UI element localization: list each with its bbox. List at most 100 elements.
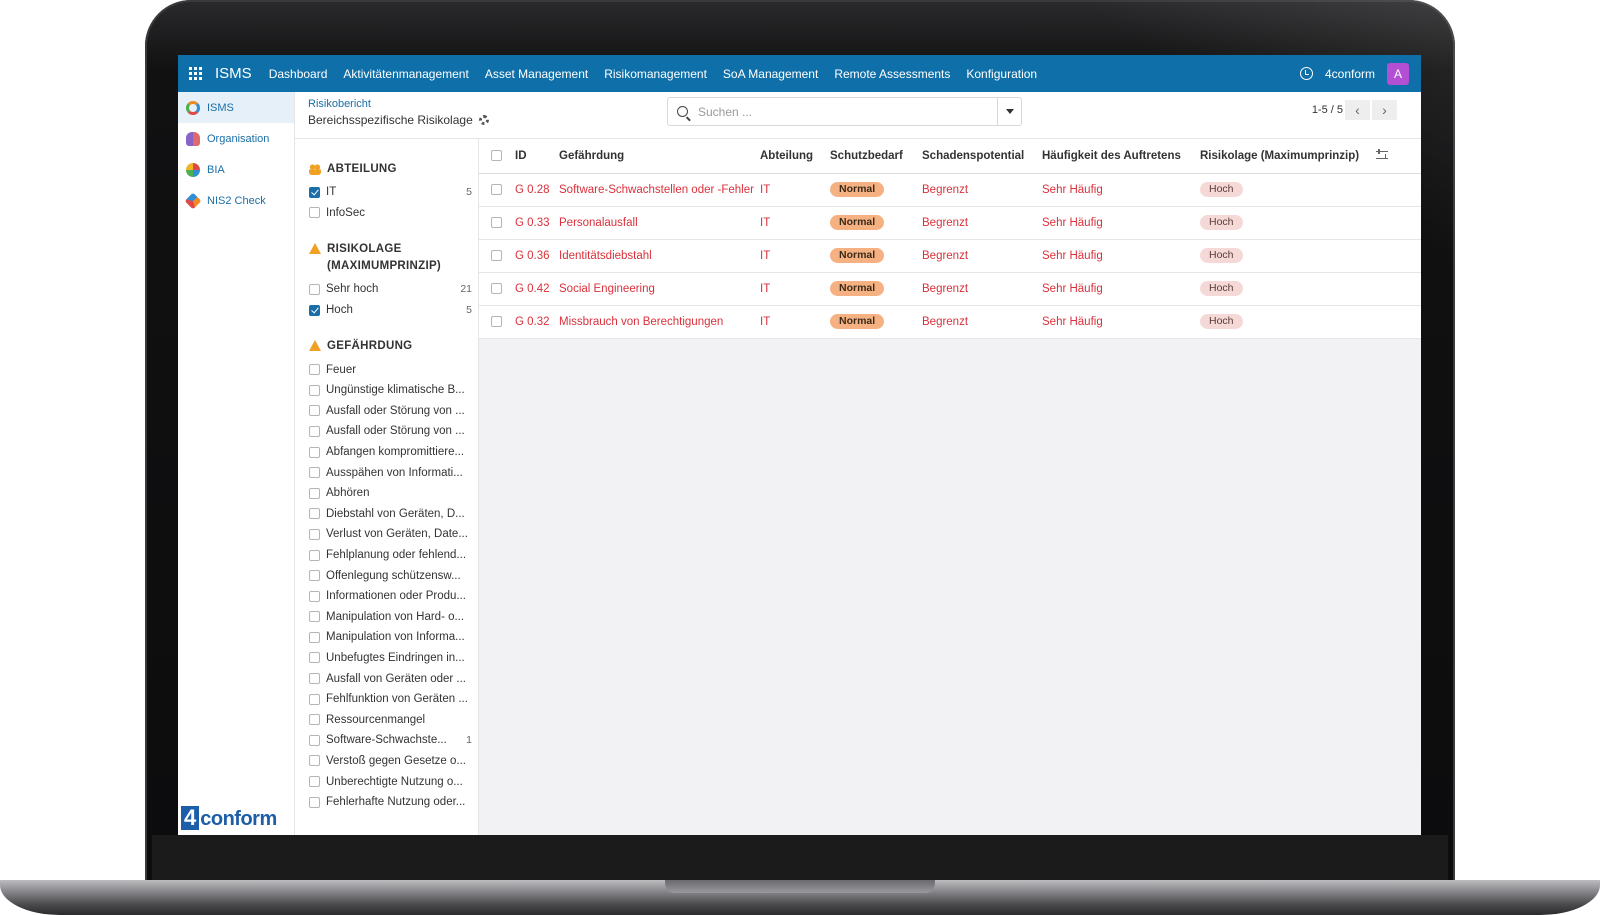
filter-checkbox[interactable] (309, 405, 320, 417)
apps-grid-icon[interactable] (189, 66, 203, 81)
filter-checkbox[interactable] (309, 570, 320, 582)
filter-checkbox[interactable] (309, 508, 320, 520)
table-row[interactable]: G 0.42 Social Engineering IT Normal Begrenzt… (479, 272, 1421, 306)
column-header-haeufigkeit[interactable]: Häufigkeit des Auftretens (1038, 139, 1196, 174)
filter-checkbox[interactable] (309, 673, 320, 685)
column-header-id[interactable]: ID (511, 139, 555, 174)
filter-option[interactable]: Unbefugtes Eindringen in... (295, 648, 478, 669)
nav-item-konfiguration[interactable]: Konfiguration (966, 67, 1037, 81)
pager-value[interactable]: 1-5 / 5 (1312, 104, 1343, 116)
filter-checkbox[interactable] (309, 487, 320, 499)
filter-option[interactable]: Fehlplanung oder fehlend... (295, 545, 478, 566)
filter-checkbox[interactable] (309, 207, 320, 219)
filter-option[interactable]: Informationen oder Produ... (295, 586, 478, 607)
cell-abteilung: IT (756, 305, 826, 339)
select-all-checkbox[interactable] (491, 150, 502, 162)
filter-checkbox[interactable] (309, 425, 320, 437)
user-avatar[interactable]: A (1387, 62, 1409, 85)
filter-option[interactable]: Verstoß gegen Gesetze o... (295, 751, 478, 772)
sidebar-item-isms[interactable]: ISMS (178, 92, 294, 123)
nav-item-dashboard[interactable]: Dashboard (269, 67, 328, 81)
nav-item-remote-assessments[interactable]: Remote Assessments (834, 67, 950, 81)
column-settings-icon[interactable] (1376, 148, 1388, 159)
row-checkbox[interactable] (491, 216, 502, 228)
filter-option[interactable]: Ausfall oder Störung von ... (295, 421, 478, 442)
filter-option[interactable]: IT 5 (295, 182, 478, 203)
filter-checkbox[interactable] (309, 590, 320, 602)
filter-option[interactable]: Ausspähen von Informati... (295, 462, 478, 483)
filter-option[interactable]: InfoSec (295, 203, 478, 224)
search-options-toggle[interactable] (997, 98, 1021, 125)
filter-option[interactable]: Abfangen kompromittiere... (295, 442, 478, 463)
filter-option[interactable]: Hoch 5 (295, 300, 478, 321)
gear-icon[interactable] (478, 115, 489, 125)
filter-option[interactable]: Ausfall von Geräten oder ... (295, 668, 478, 689)
nav-item-soa-management[interactable]: SoA Management (723, 67, 818, 81)
table-row[interactable]: G 0.28 Software-Schwachstellen oder -Fehl… (479, 173, 1421, 207)
table-row[interactable]: G 0.33 Personalausfall IT Normal Begrenzt Seh… (479, 206, 1421, 240)
filter-option[interactable]: Verlust von Geräten, Date... (295, 524, 478, 545)
filter-checkbox[interactable] (309, 283, 320, 295)
filter-option[interactable]: Sehr hoch 21 (295, 279, 478, 300)
row-checkbox[interactable] (491, 183, 502, 195)
column-header-gefaehrdung[interactable]: Gefährdung (555, 139, 756, 174)
filter-option[interactable]: Offenlegung schützensw... (295, 565, 478, 586)
filter-option[interactable]: Ausfall oder Störung von ... (295, 401, 478, 422)
filter-checkbox[interactable] (309, 776, 320, 788)
filter-checkbox[interactable] (309, 446, 320, 458)
filter-checkbox[interactable] (309, 611, 320, 623)
sidebar-item-organisation[interactable]: Organisation (178, 123, 294, 154)
clock-icon[interactable] (1299, 67, 1313, 80)
pager-previous-button[interactable]: ‹ (1345, 100, 1370, 120)
sidebar-item-label: BIA (207, 163, 225, 176)
filter-option[interactable]: Feuer (295, 359, 478, 380)
column-header-schutzbedarf[interactable]: Schutzbedarf (826, 139, 918, 174)
table-row[interactable]: G 0.32 Missbrauch von Berechtigungen IT Nor… (479, 305, 1421, 339)
filter-checkbox[interactable] (309, 631, 320, 643)
row-checkbox[interactable] (491, 249, 502, 261)
filter-checkbox[interactable] (309, 186, 320, 198)
app-title[interactable]: ISMS (215, 65, 252, 82)
pager-next-button[interactable]: › (1372, 100, 1397, 120)
filter-option[interactable]: Ressourcenmangel (295, 709, 478, 730)
column-header-abteilung[interactable]: Abteilung (756, 139, 826, 174)
filter-option[interactable]: Manipulation von Hard- o... (295, 607, 478, 628)
filter-option[interactable]: Software-Schwachste... 1 (295, 730, 478, 751)
nav-item-risikomanagement[interactable]: Risikomanagement (604, 67, 707, 81)
filter-checkbox[interactable] (309, 549, 320, 561)
column-header-schadenspotential[interactable]: Schadenspotential (918, 139, 1038, 174)
filter-option[interactable]: Diebstahl von Geräten, D... (295, 504, 478, 525)
filter-checkbox[interactable] (309, 652, 320, 664)
table-row[interactable]: G 0.36 Identitätsdiebstahl IT Normal Begrenz… (479, 239, 1421, 273)
filter-option-label: Unberechtigte Nutzung o... (326, 775, 463, 788)
filter-option-label: Fehlfunktion von Geräten ... (326, 693, 468, 706)
filter-option[interactable]: Ungünstige klimatische B... (295, 380, 478, 401)
search-input[interactable] (698, 104, 978, 119)
filter-option[interactable]: Unberechtigte Nutzung o... (295, 771, 478, 792)
filter-checkbox[interactable] (309, 304, 320, 316)
filter-option[interactable]: Fehlerhafte Nutzung oder... (295, 792, 478, 813)
filter-option[interactable]: Abhören (295, 483, 478, 504)
filter-option[interactable]: Fehlfunktion von Geräten ... (295, 689, 478, 710)
breadcrumb-parent[interactable]: Risikobericht (308, 98, 371, 110)
filter-checkbox[interactable] (309, 734, 320, 746)
sidebar-item-bia[interactable]: BIA (178, 154, 294, 185)
filter-option[interactable]: Manipulation von Informa... (295, 627, 478, 648)
filter-option-label: Sehr hoch (326, 283, 379, 296)
filter-checkbox[interactable] (309, 714, 320, 726)
row-checkbox[interactable] (491, 315, 502, 327)
filter-checkbox[interactable] (309, 467, 320, 479)
filter-checkbox[interactable] (309, 384, 320, 396)
filter-checkbox[interactable] (309, 796, 320, 808)
filter-checkbox[interactable] (309, 693, 320, 705)
filter-option-label: Manipulation von Informa... (326, 631, 465, 644)
filter-checkbox[interactable] (309, 755, 320, 767)
sidebar-item-nis2-check[interactable]: NIS2 Check (178, 185, 294, 216)
company-switcher[interactable]: 4conform (1325, 67, 1375, 81)
nav-item-aktivitätenmanagement[interactable]: Aktivitätenmanagement (343, 67, 468, 81)
nav-item-asset-management[interactable]: Asset Management (485, 67, 588, 81)
filter-checkbox[interactable] (309, 364, 320, 376)
filter-checkbox[interactable] (309, 528, 320, 540)
row-checkbox[interactable] (491, 282, 502, 294)
column-header-risikolage[interactable]: Risikolage (Maximumprinzip) (1196, 139, 1372, 174)
